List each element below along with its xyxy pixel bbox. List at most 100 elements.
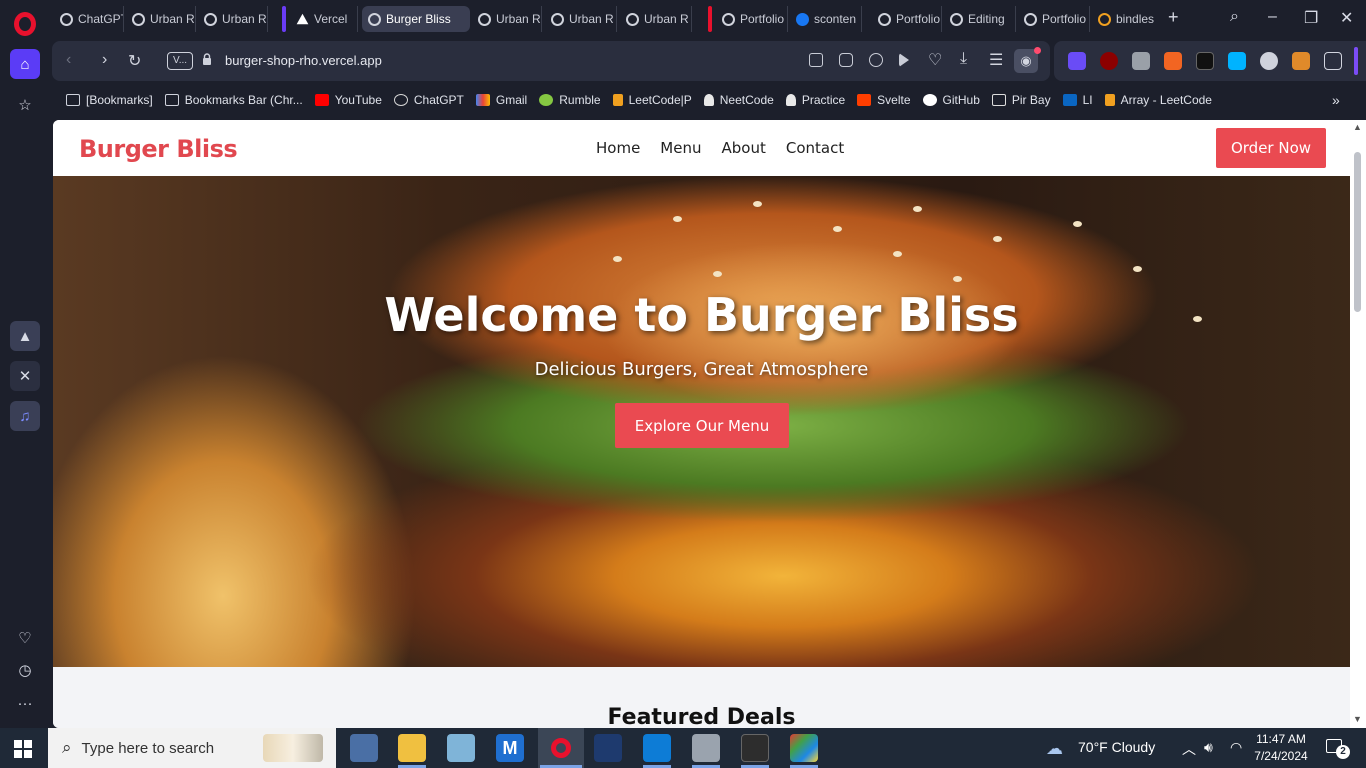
heart-icon[interactable]: ♡ [10, 623, 40, 653]
camera-icon[interactable] [839, 53, 853, 67]
restore-icon[interactable]: ❐ [1304, 8, 1318, 28]
music-player-icon[interactable]: ♫ [10, 401, 40, 431]
malwarebytes-icon[interactable]: M [496, 734, 524, 762]
bookmark-folder[interactable]: Bookmarks Bar (Chr... [164, 93, 315, 107]
scroll-up-icon[interactable]: ▲ [1353, 122, 1362, 132]
notification-center-icon[interactable]: 2 [1326, 739, 1350, 759]
bookmark-array-leetcode[interactable]: Array - LeetCode [1104, 93, 1224, 107]
leetcode-icon [1104, 94, 1115, 106]
more-icon[interactable]: ··· [10, 688, 40, 718]
taskbar-search[interactable]: ⌕ Type here to search [48, 728, 336, 768]
powershell-icon[interactable] [594, 734, 622, 762]
nav-about[interactable]: About [721, 139, 765, 157]
globe-icon [626, 12, 639, 26]
edit-icon[interactable] [809, 53, 823, 67]
site-info-badge[interactable]: V... [167, 52, 193, 70]
bookmark-practice[interactable]: Practice [785, 93, 857, 107]
extension-icon[interactable] [1132, 52, 1150, 70]
site-brand[interactable]: Burger Bliss [79, 135, 238, 163]
x-twitter-icon[interactable]: ✕ [10, 361, 40, 391]
opera-logo-icon[interactable] [14, 12, 36, 36]
app-icon[interactable] [447, 734, 475, 762]
tab[interactable]: Portfolio [1018, 6, 1090, 32]
forward-icon[interactable]: › [102, 51, 107, 69]
reload-icon[interactable]: ↻ [128, 51, 141, 71]
flow-send-icon[interactable] [899, 53, 909, 67]
scroll-down-icon[interactable]: ▼ [1353, 714, 1362, 724]
tab[interactable]: ChatGPT [54, 6, 124, 32]
minimize-icon[interactable]: – [1268, 8, 1277, 26]
download-icon[interactable]: ⤓ [960, 50, 967, 68]
history-icon[interactable]: ◷ [10, 655, 40, 685]
page-scrollbar[interactable]: ▲ ▼ [1350, 120, 1366, 728]
rumble-icon [539, 94, 554, 106]
search-tabs-icon[interactable]: ⌕ [1230, 8, 1239, 26]
extension-icon[interactable] [1260, 52, 1278, 70]
tab[interactable]: Vercel [290, 6, 358, 32]
extension-icon[interactable] [1292, 52, 1310, 70]
app-icon[interactable] [692, 734, 720, 762]
sesame-seed [913, 206, 922, 212]
new-tab-icon[interactable]: + [1168, 7, 1179, 28]
bookmark-linkedin[interactable]: LI [1062, 93, 1105, 107]
clock[interactable]: 11:47 AM 7/24/2024 [1248, 731, 1314, 765]
audio-extension-icon[interactable] [1068, 52, 1086, 70]
order-now-button[interactable]: Order Now [1216, 128, 1326, 168]
tab[interactable]: Urban R [126, 6, 196, 32]
tab[interactable]: sconten [790, 6, 862, 32]
bookmark-gmail[interactable]: Gmail [475, 93, 539, 107]
bookmark-rumble[interactable]: Rumble [539, 93, 612, 107]
bookmark-youtube[interactable]: YouTube [314, 93, 394, 107]
nav-menu[interactable]: Menu [660, 139, 701, 157]
home-icon[interactable]: ⌂ [10, 49, 40, 79]
nav-home[interactable]: Home [596, 139, 640, 157]
volume-icon[interactable]: 🔊︎ [1204, 739, 1213, 756]
tab[interactable]: Portfolio [716, 6, 788, 32]
bookmark-neetcode[interactable]: NeetCode [703, 93, 786, 107]
opera-taskbar-icon[interactable] [538, 728, 584, 768]
cloud-icon[interactable]: ☁ [1046, 739, 1063, 759]
lighthouse-icon[interactable] [1196, 52, 1214, 70]
more-bookmarks-icon[interactable]: » [1332, 92, 1352, 108]
close-icon[interactable]: ✕ [1340, 8, 1353, 28]
tab[interactable]: Editing [944, 6, 1016, 32]
nav-contact[interactable]: Contact [786, 139, 844, 157]
extensions-puzzle-icon[interactable] [1324, 52, 1342, 70]
heart-icon[interactable]: ♡ [928, 50, 942, 70]
ublock-icon[interactable] [1100, 52, 1118, 70]
vscode-icon[interactable] [643, 734, 671, 762]
bookmark-github[interactable]: GitHub [922, 93, 992, 107]
bookmark-chatgpt[interactable]: ChatGPT [393, 93, 476, 107]
scrollbar-thumb[interactable] [1354, 152, 1361, 312]
terminal-icon[interactable] [741, 734, 769, 762]
bookmark-leetcode[interactable]: LeetCode|P [612, 93, 704, 107]
wifi-icon[interactable]: ◠ [1230, 739, 1242, 756]
chevron-up-icon[interactable]: ︿ [1182, 739, 1196, 759]
calculator-icon[interactable] [350, 734, 378, 762]
explore-menu-button[interactable]: Explore Our Menu [615, 403, 789, 448]
bookmark-pirbay[interactable]: Pir Bay [991, 93, 1063, 107]
aria-icon[interactable]: ▲ [10, 321, 40, 351]
bookmark-folder[interactable]: [Bookmarks] [66, 93, 165, 107]
tab[interactable]: Urban R [545, 6, 617, 32]
bookmark-svelte[interactable]: Svelte [857, 93, 922, 107]
star-icon[interactable]: ☆ [10, 90, 40, 120]
sidebar-handle[interactable] [1354, 47, 1358, 75]
windows-start-icon[interactable] [14, 740, 32, 758]
app-icon[interactable] [790, 734, 818, 762]
adblock-icon[interactable] [869, 53, 883, 67]
chatgpt-icon [393, 94, 408, 106]
tab-burger-bliss[interactable]: Burger Bliss [362, 6, 470, 32]
extension-icon[interactable] [1228, 52, 1246, 70]
tab[interactable]: bindles [1092, 6, 1164, 32]
tab[interactable]: Urban R [620, 6, 692, 32]
tab[interactable]: Urban R [198, 6, 268, 32]
tab[interactable]: Portfolio [872, 6, 942, 32]
weather-text[interactable]: 70°F Cloudy [1078, 739, 1155, 755]
tab[interactable]: Urban R [472, 6, 542, 32]
back-icon[interactable]: ‹ [66, 51, 71, 69]
file-explorer-icon[interactable] [398, 734, 426, 762]
url-input[interactable]: burger-shop-rho.vercel.app [225, 53, 382, 68]
extension-icon[interactable] [1164, 52, 1182, 70]
easy-setup-icon[interactable]: ☰ [989, 50, 1003, 70]
